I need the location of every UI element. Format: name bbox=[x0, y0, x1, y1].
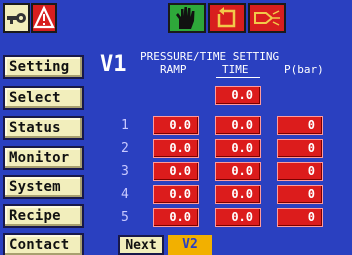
step-5-ramp-value[interactable]: 0.0 bbox=[153, 208, 199, 227]
step-4-pressure-value[interactable]: 0 bbox=[277, 185, 323, 204]
step-number: 5 bbox=[121, 210, 129, 225]
page-title: PRESSURE/TIME SETTING bbox=[140, 50, 280, 63]
step-5-pressure-value[interactable]: 0 bbox=[277, 208, 323, 227]
next-button[interactable]: Next bbox=[118, 235, 164, 255]
alarm-triangle-icon bbox=[33, 5, 55, 29]
key-icon bbox=[7, 13, 26, 24]
step-number: 1 bbox=[121, 118, 129, 133]
step-2-ramp-value[interactable]: 0.0 bbox=[153, 139, 199, 158]
step-2-time-value[interactable]: 0.0 bbox=[215, 139, 261, 158]
nav-select-button[interactable]: Select bbox=[3, 86, 84, 110]
alarm-button[interactable] bbox=[31, 3, 57, 33]
column-pressure-header: P(bar) bbox=[284, 63, 324, 76]
step-4-ramp-value[interactable]: 0.0 bbox=[153, 185, 199, 204]
step-2-pressure-value[interactable]: 0 bbox=[277, 139, 323, 158]
nav-contact-button[interactable]: Contact bbox=[3, 233, 84, 255]
step-4-time-value[interactable]: 0.0 bbox=[215, 185, 261, 204]
step-number: 2 bbox=[121, 141, 129, 156]
key-button[interactable] bbox=[3, 3, 30, 33]
step-3-pressure-value[interactable]: 0 bbox=[277, 162, 323, 181]
step-1-time-value[interactable]: 0.0 bbox=[215, 116, 261, 135]
page-v2-tab[interactable]: V2 bbox=[168, 235, 212, 255]
manual-mode-button[interactable] bbox=[168, 3, 206, 33]
nav-status-button[interactable]: Status bbox=[3, 116, 84, 140]
initial-time-value[interactable]: 0.0 bbox=[215, 86, 261, 105]
valve-icon bbox=[254, 10, 280, 26]
hand-icon bbox=[176, 7, 195, 29]
step-number: 3 bbox=[121, 164, 129, 179]
valve-button[interactable] bbox=[248, 3, 286, 33]
nav-monitor-button[interactable]: Monitor bbox=[3, 146, 84, 170]
nav-system-button[interactable]: System bbox=[3, 175, 84, 199]
nav-setting-button[interactable]: Setting bbox=[3, 55, 84, 79]
column-time-header: TIME bbox=[222, 63, 249, 76]
time-header-underline bbox=[216, 77, 260, 78]
step-5-time-value[interactable]: 0.0 bbox=[215, 208, 261, 227]
step-3-ramp-value[interactable]: 0.0 bbox=[153, 162, 199, 181]
cycle-arrow-icon bbox=[217, 7, 236, 28]
step-1-pressure-value[interactable]: 0 bbox=[277, 116, 323, 135]
column-ramp-header: RAMP bbox=[160, 63, 187, 76]
page-id: V1 bbox=[100, 52, 127, 77]
cycle-button[interactable] bbox=[208, 3, 246, 33]
step-1-ramp-value[interactable]: 0.0 bbox=[153, 116, 199, 135]
step-3-time-value[interactable]: 0.0 bbox=[215, 162, 261, 181]
nav-recipe-button[interactable]: Recipe bbox=[3, 204, 84, 228]
hmi-screen: Setting Select Status Monitor System Rec… bbox=[0, 0, 352, 255]
step-number: 4 bbox=[121, 187, 129, 202]
